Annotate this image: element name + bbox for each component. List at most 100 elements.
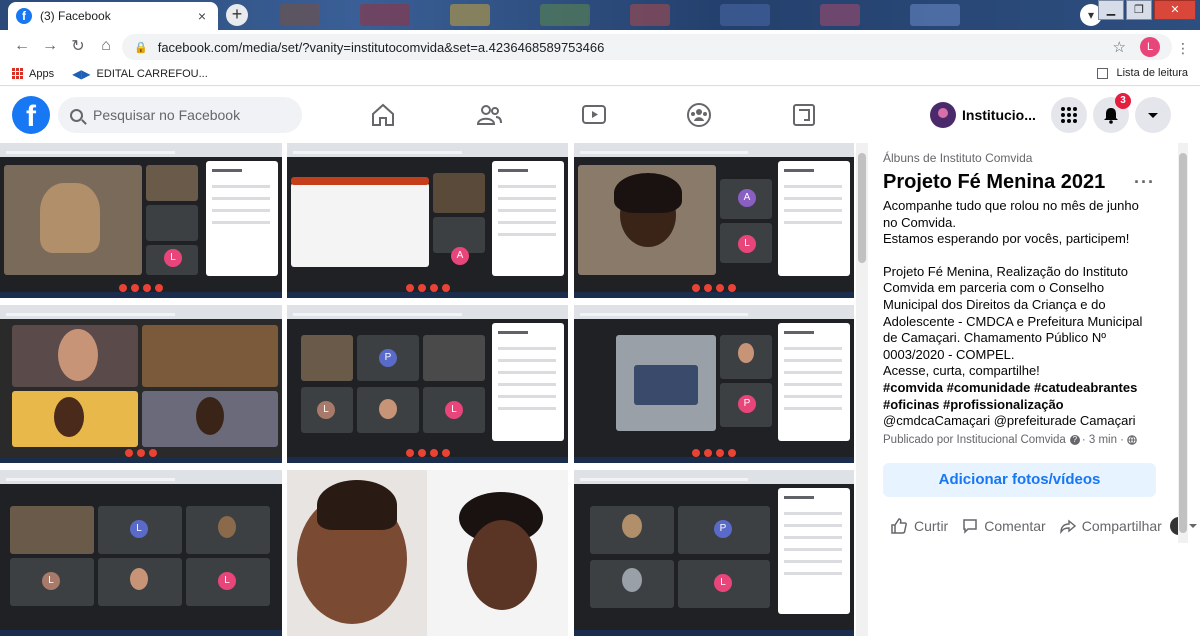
page-avatar [930,102,956,128]
like-label: Curtir [914,518,949,534]
albums-breadcrumb[interactable]: Álbuns de Instituto Comvida [883,151,1155,165]
page-name: Institucio... [962,107,1036,123]
url-text[interactable]: facebook.com/media/set/?vanity=instituto… [158,40,1113,55]
desktop-decoration [820,4,860,26]
participant-avatar: A [738,189,756,207]
published-by[interactable]: Publicado por Institucional Comvida [883,434,1066,446]
scrollbar-thumb[interactable] [858,153,866,263]
home-icon[interactable] [369,101,397,129]
album-photo[interactable]: L [0,143,282,298]
description-line: Estamos esperando por vocês, participem! [883,231,1130,247]
bookmark-label: Apps [29,67,55,80]
album-photo[interactable]: P L L [287,305,568,463]
mentions[interactable]: @cmdcaCamaçari @prefeiturade Camaçari [883,413,1155,430]
participant-avatar: P [738,395,756,413]
reading-list-label: Lista de leitura [1116,67,1188,79]
share-button[interactable]: Compartilhar [1060,518,1162,534]
restore-button[interactable]: ❐ [1126,0,1152,20]
participant-avatar: P [379,349,397,367]
participant-avatar: L [42,572,60,590]
album-photo[interactable]: L L L [0,470,282,636]
participant-avatar: L [317,401,335,419]
menu-grid-icon [1061,107,1077,123]
new-tab-button[interactable]: + [226,4,248,26]
window-controls: ▁ ❐ ✕ [1098,0,1196,20]
menu-button[interactable] [1051,97,1087,133]
participant-avatar: L [130,520,148,538]
description-line: Acesse, curta, compartilhe! [883,363,1040,379]
reading-list-button[interactable]: Lista de leitura [1097,67,1188,79]
comment-label: Comentar [984,518,1046,534]
published-time[interactable]: · 3 min · [1082,434,1124,446]
album-photo[interactable] [287,470,568,636]
photo-grid-scrollbar[interactable] [856,143,868,636]
facebook-logo-icon[interactable]: f [12,96,50,134]
tab-title: (3) Facebook [40,9,111,23]
album-photo[interactable]: P L [574,470,854,636]
like-button[interactable]: Curtir [890,517,948,535]
desktop-decoration [360,4,410,26]
page-profile-chip[interactable]: Institucio... [930,99,1036,131]
scrollbar-thumb[interactable] [1179,153,1187,533]
close-window-button[interactable]: ✕ [1154,0,1196,20]
add-photos-button[interactable]: Adicionar fotos/vídeos [883,463,1156,497]
notification-badge: 3 [1115,93,1131,109]
participant-avatar: A [451,247,469,265]
participant-avatar: L [218,572,236,590]
album-photo[interactable] [0,305,282,463]
tab-close-icon[interactable]: × [194,8,210,24]
desktop-decoration [910,4,960,26]
home-browser-icon[interactable]: ⌂ [92,37,120,55]
caret-down-icon [1188,524,1197,528]
hashtags[interactable]: #comvida #comunidade #catudeabrantes [883,380,1155,397]
bookmark-label: EDITAL CARREFOU... [96,67,208,80]
groups-icon[interactable] [685,101,713,129]
comment-icon [963,519,977,534]
bell-icon [1104,108,1118,124]
description-line: Acompanhe tudo que rolou no mês de junho… [883,198,1139,230]
desktop-decoration [280,4,320,26]
info-panel-scrollbar[interactable] [1178,143,1188,543]
album-photo[interactable]: P [574,305,854,463]
address-bar-row: ← → ↻ ⌂ 🔒 facebook.com/media/set/?vanity… [0,30,1200,62]
post-actions: Curtir Comentar Compartilhar [890,517,1197,535]
omnibox[interactable]: 🔒 facebook.com/media/set/?vanity=institu… [122,34,1172,60]
album-photo-grid: L A A L P L L P L L L P L [0,143,856,636]
search-input[interactable] [93,107,293,123]
chrome-profile-avatar[interactable]: L [1140,37,1160,57]
apps-grid-icon [12,68,23,79]
publish-meta: Publicado por Institucional Comvida ? · … [883,434,1155,446]
minimize-button[interactable]: ▁ [1098,0,1124,20]
account-button[interactable] [1135,97,1171,133]
back-arrow-icon[interactable]: ← [8,37,36,55]
browser-tab-facebook[interactable]: f (3) Facebook × [8,2,218,30]
question-icon[interactable]: ? [1069,434,1080,445]
share-icon [1060,519,1076,534]
bookmarks-bar: Apps ◀▶ EDITAL CARREFOU... Lista de leit… [0,62,1200,86]
notifications-button[interactable]: 3 [1093,93,1131,133]
thumbs-up-icon [891,518,907,534]
participant-avatar: L [445,401,463,419]
album-photo[interactable]: A L [574,143,854,298]
facebook-search[interactable] [58,97,302,133]
bookmark-edital-carrefour[interactable]: ◀▶ EDITAL CARREFOU... [72,67,208,81]
watch-icon[interactable] [580,101,608,129]
bookmark-star-icon[interactable]: ☆ [1113,38,1126,56]
desktop-decoration [450,4,490,26]
chrome-menu-icon[interactable]: ⋮ [1176,40,1190,57]
reload-icon[interactable]: ↻ [64,36,92,56]
album-photo[interactable]: A [287,143,568,298]
lock-icon[interactable]: 🔒 [134,41,148,54]
bookmark-apps[interactable]: Apps [12,68,54,80]
comment-button[interactable]: Comentar [962,518,1046,534]
browser-tab-strip: f (3) Facebook × + ▾ ▁ ❐ ✕ [0,0,1200,30]
hashtags[interactable]: #oficinas #profissionalização [883,397,1155,414]
forward-arrow-icon[interactable]: → [36,37,64,55]
desktop-decoration [540,4,590,26]
facebook-header: f Institucio... 3 [0,87,1200,143]
reading-list-icon [1097,67,1109,79]
globe-icon [1127,434,1137,445]
friends-icon[interactable] [475,101,503,129]
gaming-icon[interactable] [790,101,818,129]
more-options-icon[interactable]: ··· [1134,172,1155,193]
